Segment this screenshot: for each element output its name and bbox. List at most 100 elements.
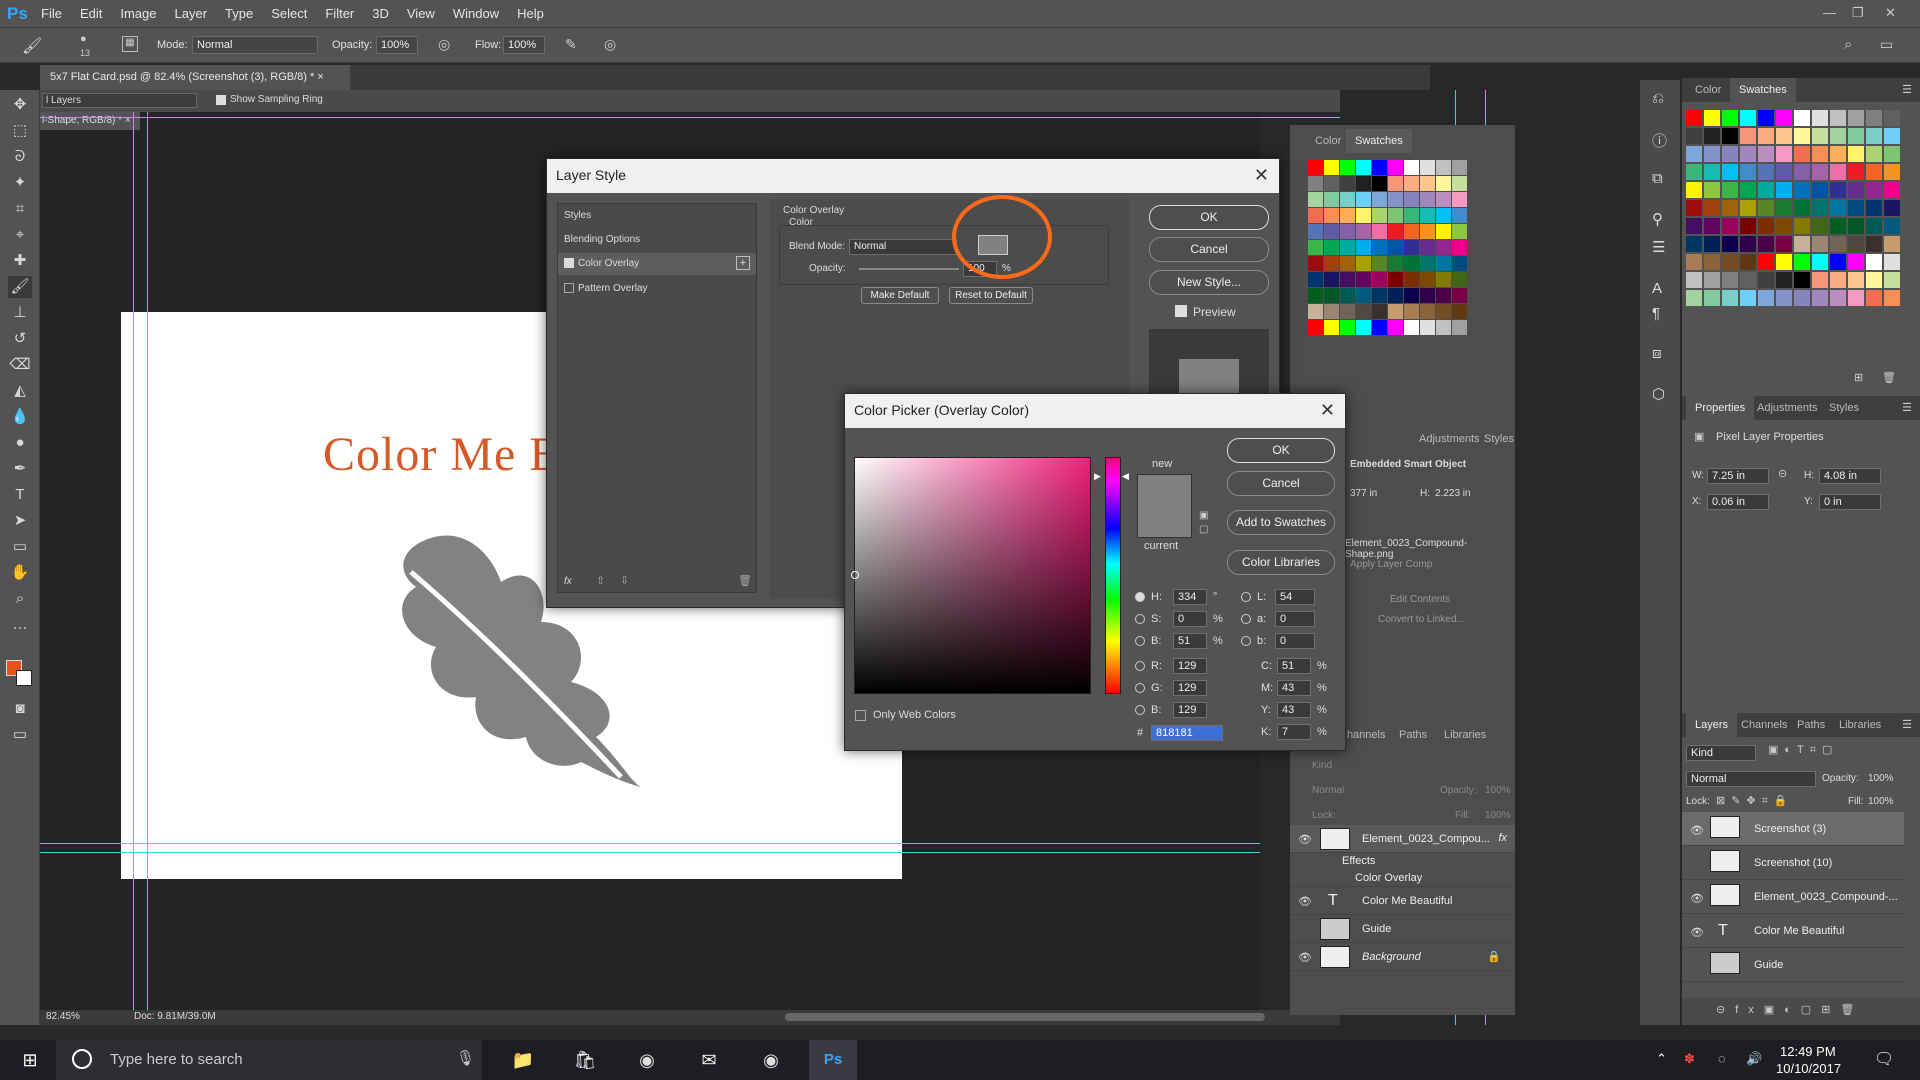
- swatch[interactable]: [1452, 320, 1467, 335]
- pattern-overlay-checkbox[interactable]: [564, 283, 574, 293]
- convert-linked-button[interactable]: Convert to Linked...: [1378, 614, 1465, 625]
- swatch[interactable]: [1722, 254, 1738, 270]
- h-input[interactable]: 334: [1173, 589, 1207, 605]
- m-input[interactable]: 43: [1277, 680, 1311, 696]
- notifications-icon[interactable]: 🗨: [1874, 1049, 1894, 1069]
- swatch[interactable]: [1340, 208, 1355, 223]
- h-radio[interactable]: [1135, 592, 1145, 602]
- swatch[interactable]: [1420, 304, 1435, 319]
- swatch[interactable]: [1722, 164, 1738, 180]
- delete-effect-icon[interactable]: 🗑: [738, 574, 752, 587]
- swatch[interactable]: [1884, 218, 1900, 234]
- sample-layers-select[interactable]: l Layers: [42, 93, 197, 108]
- swatch[interactable]: [1866, 182, 1882, 198]
- swatch[interactable]: [1884, 128, 1900, 144]
- color-overlay-row-mid[interactable]: Color Overlay: [1290, 870, 1515, 887]
- swatch[interactable]: [1686, 200, 1702, 216]
- clock-time[interactable]: 12:49 PM: [1780, 1044, 1836, 1059]
- swatch[interactable]: [1388, 192, 1403, 207]
- layer-opacity-value[interactable]: 100%: [1868, 773, 1894, 784]
- swatch[interactable]: [1740, 218, 1756, 234]
- lasso-tool-icon[interactable]: ᘐ: [8, 146, 32, 168]
- zoom-tool-icon[interactable]: ⌕: [8, 588, 32, 610]
- height-input[interactable]: 4.08 in: [1819, 468, 1881, 484]
- swatch[interactable]: [1812, 200, 1828, 216]
- brush-tool-icon[interactable]: 🖌: [22, 36, 42, 56]
- new-swatch-icon[interactable]: ⊞: [1854, 371, 1863, 384]
- swatch[interactable]: [1884, 254, 1900, 270]
- swatch[interactable]: [1812, 182, 1828, 198]
- menu-select[interactable]: Select: [262, 6, 316, 21]
- gamut-warning-icon[interactable]: ▣: [1199, 510, 1208, 521]
- swatch[interactable]: [1686, 254, 1702, 270]
- swatch[interactable]: [1722, 128, 1738, 144]
- k-input[interactable]: 7: [1277, 724, 1311, 740]
- reset-default-button[interactable]: Reset to Default: [949, 287, 1033, 304]
- eye-icon[interactable]: 👁: [1298, 833, 1312, 846]
- swatch[interactable]: [1372, 272, 1387, 287]
- clone-source-icon[interactable]: ⧉: [1652, 170, 1663, 187]
- hue-slider[interactable]: [1105, 457, 1121, 694]
- swatch[interactable]: [1758, 110, 1774, 126]
- swatch[interactable]: [1308, 192, 1323, 207]
- swatch[interactable]: [1884, 146, 1900, 162]
- swatch[interactable]: [1848, 218, 1864, 234]
- swatch[interactable]: [1404, 320, 1419, 335]
- swatch-grid[interactable]: [1686, 110, 1901, 307]
- swatch[interactable]: [1404, 224, 1419, 239]
- tab-libraries[interactable]: Libraries: [1830, 713, 1890, 737]
- swatch[interactable]: [1452, 288, 1467, 303]
- close-icon[interactable]: ✕: [1320, 400, 1335, 421]
- swatch[interactable]: [1420, 176, 1435, 191]
- swatch[interactable]: [1404, 240, 1419, 255]
- swatch[interactable]: [1452, 160, 1467, 175]
- move-down-icon[interactable]: ⇩: [620, 574, 629, 587]
- swatch[interactable]: [1776, 290, 1792, 306]
- c-input[interactable]: 51: [1277, 658, 1311, 674]
- swatch[interactable]: [1308, 272, 1323, 287]
- menu-filter[interactable]: Filter: [316, 6, 363, 21]
- swatch[interactable]: [1324, 320, 1339, 335]
- only-web-colors-checkbox[interactable]: [855, 710, 866, 721]
- swatch[interactable]: [1388, 240, 1403, 255]
- swatch[interactable]: [1740, 182, 1756, 198]
- swatch[interactable]: [1404, 192, 1419, 207]
- adjustments-icon[interactable]: ☰: [1652, 238, 1665, 256]
- photoshop-taskbar-icon[interactable]: Ps: [809, 1040, 857, 1080]
- menu-help[interactable]: Help: [508, 6, 553, 21]
- hex-input[interactable]: 818181: [1151, 725, 1223, 741]
- quick-mask-icon[interactable]: ◙: [8, 698, 32, 720]
- swatch[interactable]: [1324, 160, 1339, 175]
- tray-chevron-icon[interactable]: ⌃: [1656, 1051, 1667, 1067]
- swatch[interactable]: [1686, 218, 1702, 234]
- swatch[interactable]: [1866, 128, 1882, 144]
- swatch[interactable]: [1420, 192, 1435, 207]
- a-radio[interactable]: [1241, 614, 1251, 624]
- pressure-size-icon[interactable]: ◎: [604, 36, 616, 53]
- swatch[interactable]: [1340, 240, 1355, 255]
- swatch[interactable]: [1436, 272, 1451, 287]
- g-radio[interactable]: [1135, 683, 1145, 693]
- swatch[interactable]: [1356, 208, 1371, 223]
- swatch[interactable]: [1356, 240, 1371, 255]
- swatch[interactable]: [1794, 146, 1810, 162]
- apply-comp-select[interactable]: Apply Layer Comp: [1350, 559, 1432, 570]
- swatch[interactable]: [1812, 128, 1828, 144]
- hue-pointer-right-icon[interactable]: ◀: [1122, 471, 1129, 482]
- swatch[interactable]: [1308, 320, 1323, 335]
- tab-layers[interactable]: Layers: [1686, 713, 1738, 737]
- swatch[interactable]: [1830, 290, 1846, 306]
- blending-options-item[interactable]: Blending Options: [564, 234, 640, 245]
- clock-date[interactable]: 10/10/2017: [1776, 1061, 1841, 1076]
- color-overlay-checkbox[interactable]: [564, 258, 574, 268]
- swatch[interactable]: [1848, 128, 1864, 144]
- swatch[interactable]: [1340, 224, 1355, 239]
- swatch[interactable]: [1356, 304, 1371, 319]
- layer-row[interactable]: Guide: [1682, 948, 1904, 982]
- swatch[interactable]: [1866, 254, 1882, 270]
- microphone-icon[interactable]: 🎙: [456, 1049, 475, 1067]
- swatch[interactable]: [1740, 110, 1756, 126]
- swatch[interactable]: [1324, 240, 1339, 255]
- swatch[interactable]: [1436, 240, 1451, 255]
- swatch[interactable]: [1404, 256, 1419, 271]
